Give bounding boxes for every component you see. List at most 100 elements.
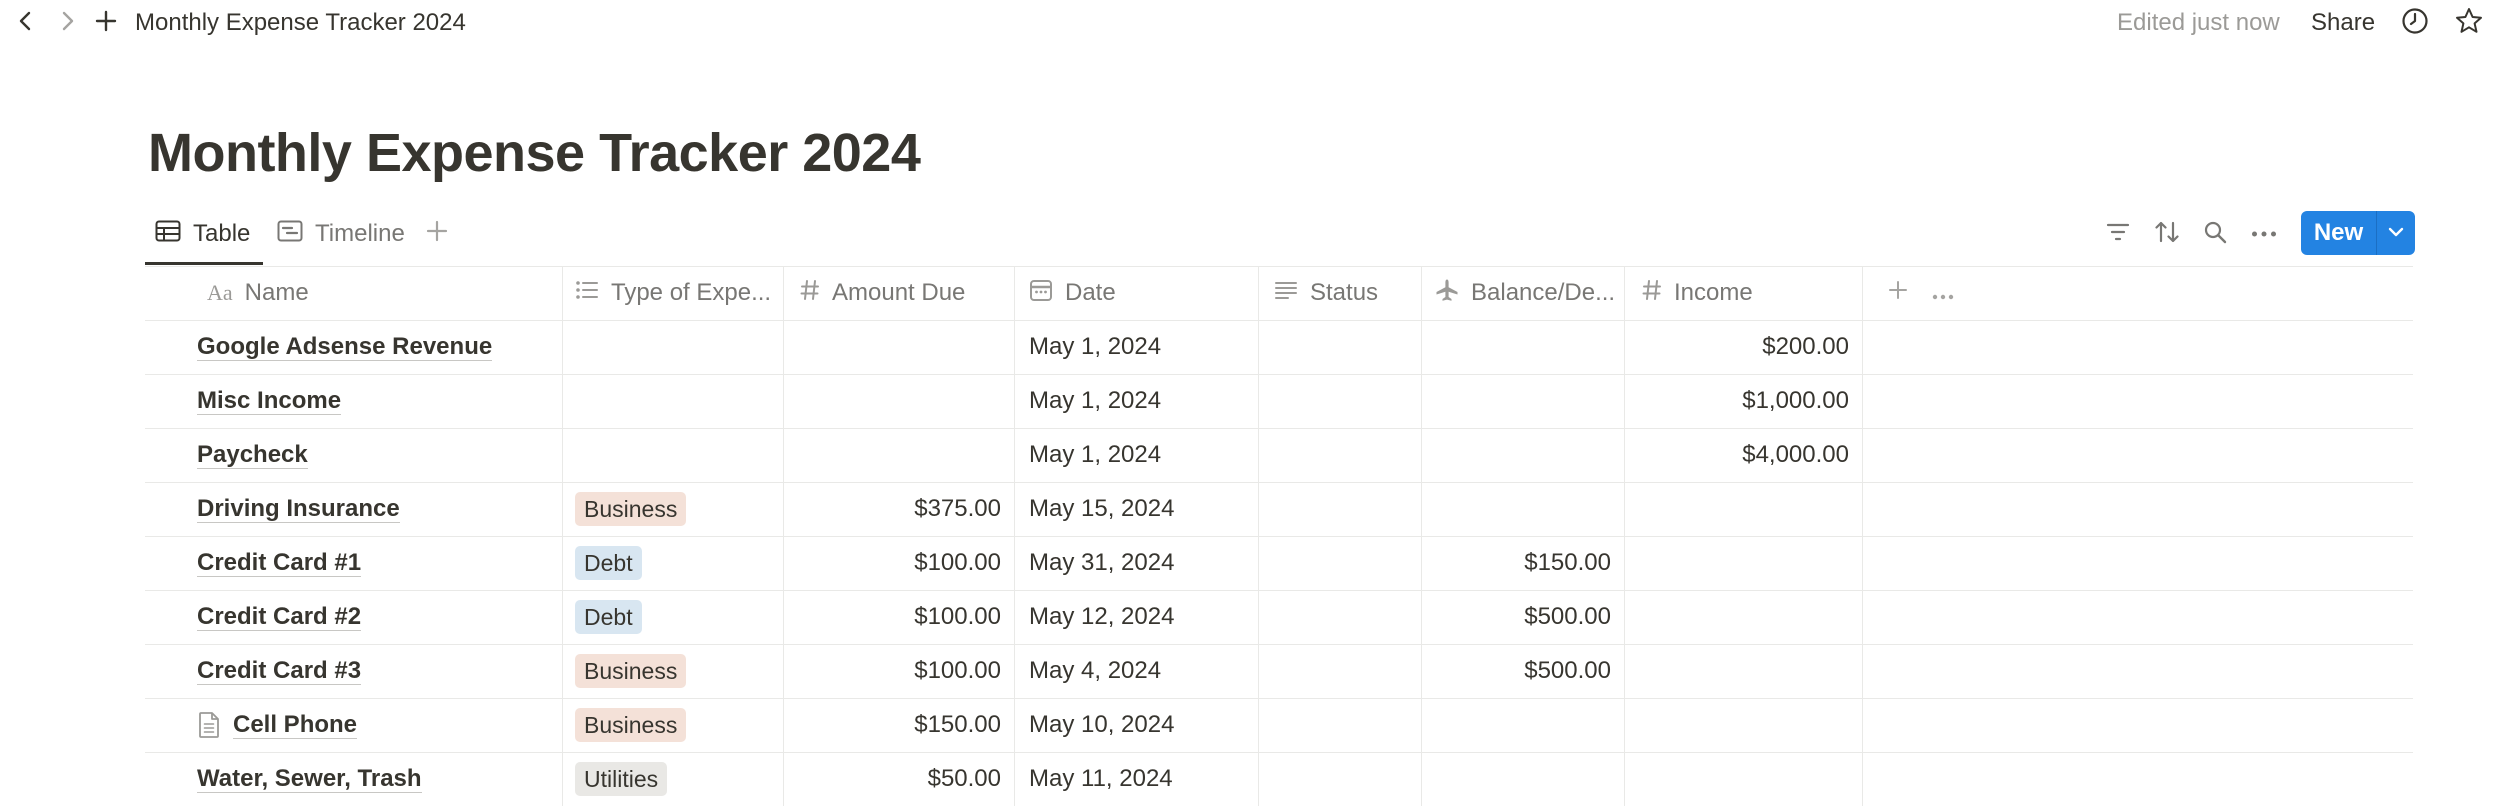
page-title[interactable]: Monthly Expense Tracker 2024 <box>148 122 921 184</box>
table-row[interactable]: Water, Sewer, Trash Utilities $50.00 May… <box>145 752 2413 806</box>
more-options-button[interactable] <box>2246 216 2282 252</box>
name-cell[interactable]: Credit Card #1 <box>197 536 557 590</box>
type-cell[interactable]: Debt <box>575 590 780 644</box>
list-icon <box>575 279 599 307</box>
share-button[interactable]: Share <box>2311 9 2375 37</box>
column-header-label: Amount Due <box>832 279 966 306</box>
amount-cell[interactable]: $100.00 <box>785 644 1001 698</box>
column-header-amount[interactable]: Amount Due <box>800 266 1012 320</box>
filter-button[interactable] <box>2100 216 2136 252</box>
sort-button[interactable] <box>2149 216 2185 252</box>
hash-icon <box>1642 279 1662 308</box>
column-header-name[interactable]: Aa Name <box>207 266 557 320</box>
tab-table[interactable]: Table <box>155 210 250 258</box>
row-name[interactable]: Cell Phone <box>233 711 358 739</box>
column-header-income[interactable]: Income <box>1642 266 1860 320</box>
row-amount: $100.00 <box>914 549 1001 576</box>
date-cell[interactable]: May 1, 2024 <box>1029 320 1255 374</box>
amount-cell[interactable]: $100.00 <box>785 536 1001 590</box>
table-row[interactable]: Google Adsense Revenue May 1, 2024 $200.… <box>145 320 2413 374</box>
date-cell[interactable]: May 12, 2024 <box>1029 590 1255 644</box>
search-button[interactable] <box>2197 216 2233 252</box>
ellipsis-icon <box>2251 225 2277 243</box>
name-cell[interactable]: Driving Insurance <box>197 482 557 536</box>
table-row[interactable]: Driving Insurance Business $375.00 May 1… <box>145 482 2413 536</box>
row-name[interactable]: Misc Income <box>197 387 342 415</box>
row-name[interactable]: Credit Card #1 <box>197 549 362 577</box>
new-dropdown-button[interactable] <box>2376 211 2415 255</box>
name-cell[interactable]: Paycheck <box>197 428 557 482</box>
chevron-right-icon <box>56 10 78 37</box>
column-header-label: Name <box>244 279 309 306</box>
table-row[interactable]: Misc Income May 1, 2024 $1,000.00 <box>145 374 2413 428</box>
row-income: $4,000.00 <box>1742 441 1849 468</box>
table-row[interactable]: Credit Card #1 Debt $100.00 May 31, 2024… <box>145 536 2413 590</box>
new-button[interactable]: New <box>2301 211 2376 255</box>
date-cell[interactable]: May 4, 2024 <box>1029 644 1255 698</box>
income-cell[interactable]: $4,000.00 <box>1625 428 1849 482</box>
type-cell[interactable]: Utilities <box>575 752 780 806</box>
row-date: May 1, 2024 <box>1029 441 1162 468</box>
updates-button[interactable] <box>2398 6 2432 40</box>
back-button[interactable] <box>9 6 43 40</box>
row-date: May 1, 2024 <box>1029 333 1162 360</box>
name-cell[interactable]: Water, Sewer, Trash <box>197 752 557 806</box>
row-name[interactable]: Paycheck <box>197 441 308 469</box>
column-header-label: Type of Expe... <box>611 279 772 306</box>
balance-cell[interactable]: $150.00 <box>1425 536 1611 590</box>
date-cell[interactable]: May 10, 2024 <box>1029 698 1255 752</box>
row-balance: $500.00 <box>1524 603 1611 630</box>
row-name[interactable]: Water, Sewer, Trash <box>197 765 422 793</box>
table-row[interactable]: Cell Phone Business $150.00 May 10, 2024 <box>145 698 2413 752</box>
name-cell[interactable]: Misc Income <box>197 374 557 428</box>
column-header-label: Status <box>1310 279 1379 306</box>
balance-cell[interactable]: $500.00 <box>1425 590 1611 644</box>
balance-cell[interactable]: $500.00 <box>1425 644 1611 698</box>
column-header-type[interactable]: Type of Expe... <box>575 266 780 320</box>
income-cell[interactable]: $200.00 <box>1625 320 1849 374</box>
row-name[interactable]: Driving Insurance <box>197 495 400 523</box>
type-tag: Business <box>575 654 687 688</box>
income-cell[interactable]: $1,000.00 <box>1625 374 1849 428</box>
add-property-button[interactable] <box>1880 266 1916 320</box>
row-income: $1,000.00 <box>1742 387 1849 414</box>
tab-timeline[interactable]: Timeline <box>277 210 405 258</box>
forward-button[interactable] <box>50 6 84 40</box>
breadcrumb[interactable]: Monthly Expense Tracker 2024 <box>135 9 466 37</box>
new-page-button[interactable] <box>89 6 123 40</box>
name-cell[interactable]: Cell Phone <box>197 698 557 752</box>
table-row[interactable]: Credit Card #3 Business $100.00 May 4, 2… <box>145 644 2413 698</box>
column-header-date[interactable]: Date <box>1029 266 1255 320</box>
column-header-status[interactable]: Status <box>1274 266 1419 320</box>
favorite-button[interactable] <box>2452 6 2486 40</box>
amount-cell[interactable]: $50.00 <box>785 752 1001 806</box>
date-cell[interactable]: May 11, 2024 <box>1029 752 1255 806</box>
type-cell[interactable]: Business <box>575 644 780 698</box>
active-tab-indicator <box>145 262 263 265</box>
column-header-balance[interactable]: Balance/De... <box>1435 266 1621 320</box>
column-options-button[interactable] <box>1925 266 1961 320</box>
table-row[interactable]: Paycheck May 1, 2024 $4,000.00 <box>145 428 2413 482</box>
type-cell[interactable]: Business <box>575 482 780 536</box>
type-cell[interactable]: Debt <box>575 536 780 590</box>
amount-cell[interactable]: $150.00 <box>785 698 1001 752</box>
calendar-icon <box>1029 278 1053 309</box>
row-date: May 15, 2024 <box>1029 495 1175 522</box>
add-view-button[interactable] <box>420 216 454 250</box>
date-cell[interactable]: May 31, 2024 <box>1029 536 1255 590</box>
row-name[interactable]: Google Adsense Revenue <box>197 333 493 361</box>
date-cell[interactable]: May 1, 2024 <box>1029 428 1255 482</box>
row-income: $200.00 <box>1762 333 1849 360</box>
amount-cell[interactable]: $375.00 <box>785 482 1001 536</box>
type-cell[interactable]: Business <box>575 698 780 752</box>
date-cell[interactable]: May 15, 2024 <box>1029 482 1255 536</box>
amount-cell[interactable]: $100.00 <box>785 590 1001 644</box>
plus-icon <box>426 220 448 247</box>
name-cell[interactable]: Google Adsense Revenue <box>197 320 557 374</box>
name-cell[interactable]: Credit Card #3 <box>197 644 557 698</box>
table-row[interactable]: Credit Card #2 Debt $100.00 May 12, 2024… <box>145 590 2413 644</box>
name-cell[interactable]: Credit Card #2 <box>197 590 557 644</box>
row-name[interactable]: Credit Card #3 <box>197 657 362 685</box>
row-name[interactable]: Credit Card #2 <box>197 603 362 631</box>
date-cell[interactable]: May 1, 2024 <box>1029 374 1255 428</box>
